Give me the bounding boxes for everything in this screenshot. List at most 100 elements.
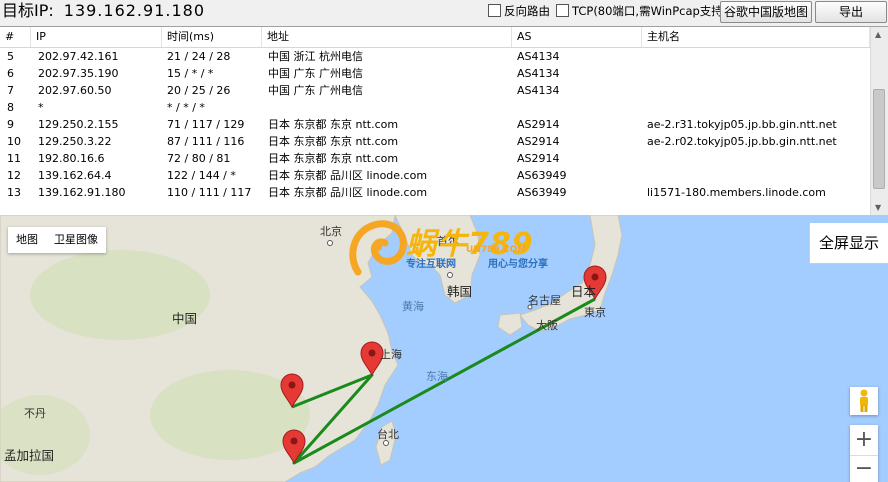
map-label-beijing: 北京 [320, 225, 342, 238]
column-header-time[interactable]: 时间(ms) [162, 27, 262, 47]
scroll-thumb[interactable] [873, 89, 885, 189]
cell-time: 15 / * / * [167, 67, 214, 80]
cell-time: * / * / * [167, 101, 205, 114]
cell-time: 71 / 117 / 129 [167, 118, 245, 131]
cell-hostname: li1571-180.members.linode.com [647, 186, 826, 199]
table-row[interactable]: 7 202.97.60.50 20 / 25 / 26 中国 广东 广州电信 AS413… [0, 82, 870, 99]
map-label-bhutan: 不丹 [24, 407, 46, 420]
map-label-osaka: 大阪 [536, 319, 558, 332]
table-row[interactable]: 10 129.250.3.22 87 / 111 / 116 日本 东京都 东京 nt… [0, 133, 870, 150]
target-ip-display: 目标IP: 139.162.91.180 [2, 0, 205, 22]
cell-address: 日本 东京都 东京 ntt.com [268, 135, 399, 148]
table-row[interactable]: 5 202.97.42.161 21 / 24 / 28 中国 浙江 杭州电信 AS41… [0, 48, 870, 65]
cell-time: 122 / 144 / * [167, 169, 236, 182]
watermark-slogan-right: 用心与您分享 [488, 259, 548, 270]
cell-number: 5 [7, 50, 14, 63]
cell-number: 12 [7, 169, 21, 182]
tcp-checkbox[interactable]: TCP(80端口,需WinPcap支持) [556, 3, 727, 19]
map-label-bangladesh: 孟加拉国 [4, 448, 55, 463]
map-label-tokyo: 東京 [584, 306, 606, 319]
cell-number: 6 [7, 67, 14, 80]
map-label-china: 中国 [172, 311, 198, 326]
cell-address: 中国 广东 广州电信 [268, 84, 363, 97]
table-row[interactable]: 13 139.162.91.180 110 / 111 / 117 日本 东京都 品川… [0, 184, 870, 201]
table-row[interactable]: 11 192.80.16.6 72 / 80 / 81 日本 东京都 东京 ntt.c… [0, 150, 870, 167]
cell-ip: 139.162.64.4 [38, 169, 112, 182]
column-header-address[interactable]: 地址 [262, 27, 512, 47]
cell-hostname: ae-2.r02.tokyjp05.jp.bb.gin.ntt.net [647, 135, 837, 148]
tcp-label: TCP(80端口,需WinPcap支持) [572, 4, 728, 18]
checkbox-box[interactable] [556, 4, 569, 17]
table-scrollbar[interactable]: ▲ ▼ [870, 27, 888, 215]
cell-time: 72 / 80 / 81 [167, 152, 231, 165]
cell-number: 11 [7, 152, 21, 165]
reverse-route-label: 反向路由 [504, 4, 550, 18]
cell-number: 7 [7, 84, 14, 97]
cell-address: 中国 浙江 杭州电信 [268, 50, 363, 63]
map-label-yellow-sea: 黄海 [402, 300, 424, 313]
cell-time: 87 / 111 / 116 [167, 135, 245, 148]
trace-table: # IP 时间(ms) 地址 AS 主机名 5 202.97.42.161 21 /… [0, 26, 888, 216]
cell-address: 日本 东京都 品川区 linode.com [268, 169, 428, 182]
map-label-shanghai: 上海 [380, 348, 402, 361]
cell-address: 日本 东京都 东京 ntt.com [268, 152, 399, 165]
target-label: 目标IP: [2, 1, 54, 20]
reverse-route-checkbox[interactable]: 反向路由 [488, 3, 550, 19]
cell-number: 9 [7, 118, 14, 131]
column-header-ip[interactable]: IP [31, 27, 162, 47]
column-header-hostname[interactable]: 主机名 [642, 27, 870, 47]
city-dot-beijing [327, 240, 333, 246]
cell-ip: 192.80.16.6 [38, 152, 105, 165]
checkbox-box[interactable] [488, 4, 501, 17]
google-map-button[interactable]: 谷歌中国版地图 [720, 1, 812, 23]
zoom-out-button[interactable]: − [850, 456, 878, 482]
watermark-logo: 蜗牛789 UN789.COM 专注互联网 用心与您分享 [348, 217, 578, 283]
watermark-domain: UN789.COM [466, 245, 527, 255]
cell-ip: 129.250.3.22 [38, 135, 112, 148]
cell-as: AS4134 [517, 50, 560, 63]
cell-ip: 202.97.42.161 [38, 50, 119, 63]
column-header-as[interactable]: AS [512, 27, 642, 47]
route-map[interactable]: 北京 首尔 中国 韩国 黄海 东海 上海 台北 名古屋 大阪 東京 日本 不丹 … [0, 215, 888, 482]
table-row[interactable]: 9 129.250.2.155 71 / 117 / 129 日本 东京都 东京 nt… [0, 116, 870, 133]
column-header-number[interactable]: # [0, 27, 31, 47]
table-row[interactable]: 12 139.162.64.4 122 / 144 / * 日本 东京都 品川区 li… [0, 167, 870, 184]
cell-as: AS4134 [517, 84, 560, 97]
map-type-control: 地图 卫星图像 [8, 227, 106, 253]
cell-as: AS2914 [517, 152, 560, 165]
map-label-japan: 日本 [571, 284, 597, 299]
zoom-in-button[interactable]: + [850, 425, 878, 456]
zoom-control: + − [850, 425, 878, 482]
table-row[interactable]: 8 * * / * / * [0, 99, 870, 116]
cell-as: AS63949 [517, 186, 567, 199]
export-button[interactable]: 导出 [815, 1, 887, 23]
map-label-korea: 韩国 [447, 284, 473, 299]
watermark-slogan-left: 专注互联网 [406, 259, 456, 270]
cell-time: 20 / 25 / 26 [167, 84, 231, 97]
cell-address: 日本 东京都 品川区 linode.com [268, 186, 428, 199]
map-type-map[interactable]: 地图 [8, 227, 46, 253]
toolbar: 目标IP: 139.162.91.180 反向路由 TCP(80端口,需WinPc… [0, 0, 888, 24]
scroll-down-icon[interactable]: ▼ [875, 203, 881, 212]
cell-ip: 139.162.91.180 [38, 186, 126, 199]
cell-as: AS2914 [517, 118, 560, 131]
fullscreen-button[interactable]: 全屏显示 [809, 223, 888, 264]
cell-as: AS63949 [517, 169, 567, 182]
cell-ip: 202.97.35.190 [38, 67, 119, 80]
map-type-satellite[interactable]: 卫星图像 [46, 227, 106, 253]
pegman-icon [860, 389, 868, 412]
cell-ip: * [38, 101, 44, 114]
cell-as: AS4134 [517, 67, 560, 80]
table-row[interactable]: 6 202.97.35.190 15 / * / * 中国 广东 广州电信 AS4134 [0, 65, 870, 82]
kyushu-landmass [497, 312, 523, 336]
map-label-nagoya: 名古屋 [528, 294, 561, 307]
cell-ip: 202.97.60.50 [38, 84, 112, 97]
cell-time: 21 / 24 / 28 [167, 50, 231, 63]
cell-address: 日本 东京都 东京 ntt.com [268, 118, 399, 131]
scroll-up-icon[interactable]: ▲ [875, 30, 881, 39]
cell-hostname: ae-2.r31.tokyjp05.jp.bb.gin.ntt.net [647, 118, 837, 131]
cell-address: 中国 广东 广州电信 [268, 67, 363, 80]
cell-number: 13 [7, 186, 21, 199]
target-ip: 139.162.91.180 [63, 1, 205, 20]
street-view-pegman[interactable] [850, 387, 878, 415]
